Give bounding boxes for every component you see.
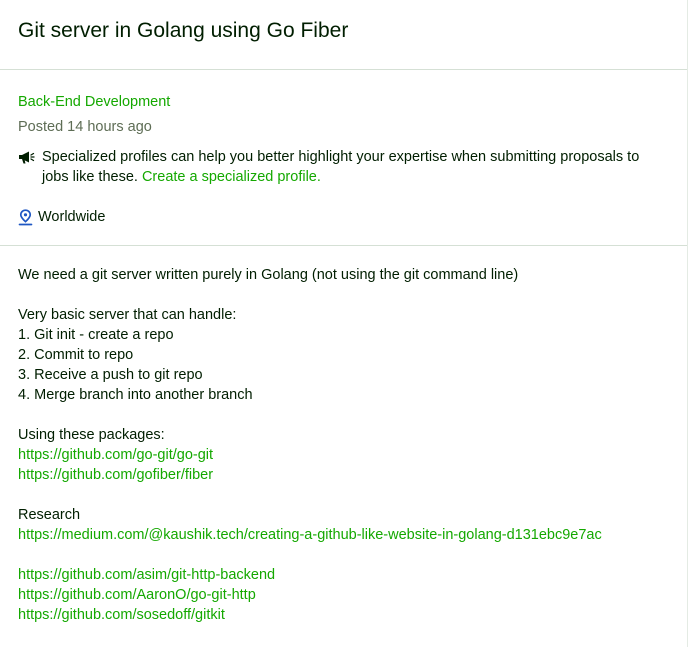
job-details-panel: Git server in Golang using Go Fiber Back… [0, 0, 688, 647]
reference-link-go-git-http[interactable]: https://github.com/AaronO/go-git-http [18, 585, 669, 605]
location-text: Worldwide [38, 209, 106, 225]
create-specialized-profile-link[interactable]: Create a specialized profile. [142, 169, 321, 185]
job-description: We need a git server written purely in G… [0, 246, 687, 625]
package-link-fiber[interactable]: https://github.com/gofiber/fiber [18, 465, 669, 485]
job-meta: Back-End Development Posted 14 hours ago… [0, 70, 687, 246]
requirement-item: 2. Commit to repo [18, 347, 134, 363]
description-intro: We need a git server written purely in G… [18, 267, 519, 283]
map-pin-icon [18, 208, 34, 226]
requirement-item: 3. Receive a push to git repo [18, 367, 203, 383]
job-category-link[interactable]: Back-End Development [18, 92, 170, 112]
research-heading: Research [18, 507, 81, 523]
specialized-profile-notice: Specialized profiles can help you better… [18, 147, 669, 187]
job-title: Git server in Golang using Go Fiber [18, 19, 349, 42]
reference-link-gitkit[interactable]: https://github.com/sosedoff/gitkit [18, 605, 669, 625]
requirement-item: 4. Merge branch into another branch [18, 387, 253, 403]
package-link-go-git[interactable]: https://github.com/go-git/go-git [18, 445, 669, 465]
requirements-heading: Very basic server that can handle: [18, 307, 237, 323]
requirement-item: 1. Git init - create a repo [18, 327, 174, 343]
research-link-medium[interactable]: https://medium.com/@kaushik.tech/creatin… [18, 525, 669, 545]
job-location: Worldwide [18, 207, 669, 227]
megaphone-icon [18, 147, 38, 167]
job-header: Git server in Golang using Go Fiber [0, 0, 687, 70]
reference-link-git-http-backend[interactable]: https://github.com/asim/git-http-backend [18, 565, 669, 585]
notice-body: Specialized profiles can help you better… [42, 147, 669, 187]
notice-text: Specialized profiles can help you better… [42, 149, 640, 185]
packages-heading: Using these packages: [18, 427, 165, 443]
posted-time: Posted 14 hours ago [18, 119, 152, 135]
